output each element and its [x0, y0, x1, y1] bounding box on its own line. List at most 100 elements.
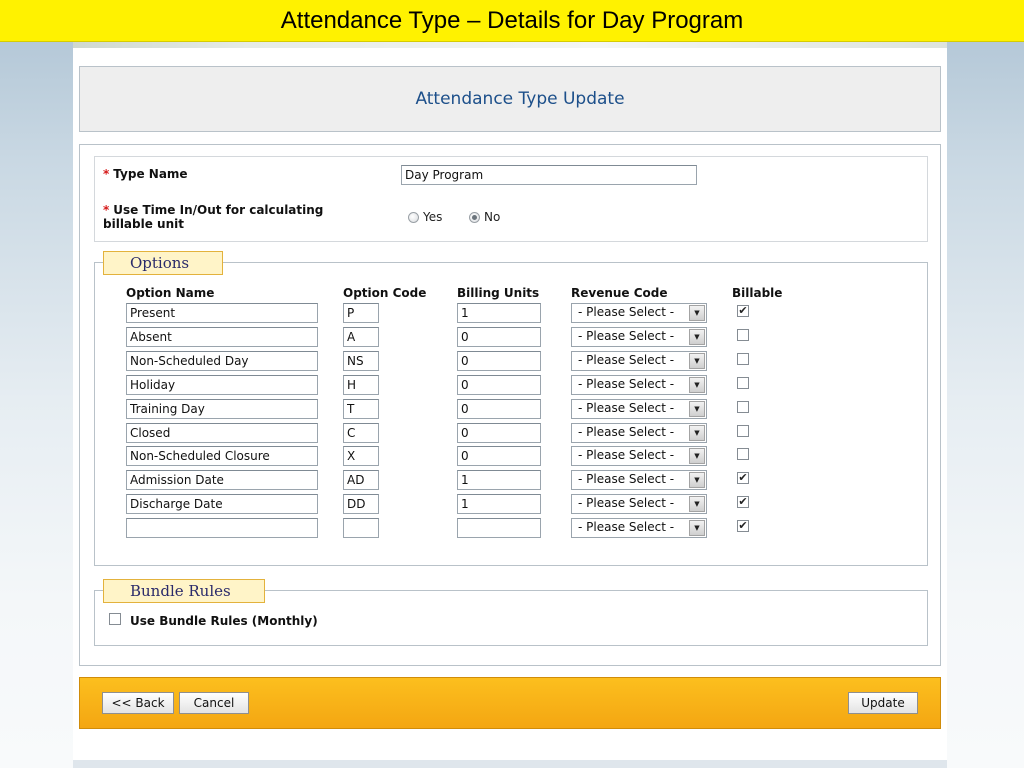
option-name-input[interactable]: [126, 494, 318, 514]
option-code-input[interactable]: [343, 375, 379, 395]
check-icon: ✔: [738, 471, 748, 484]
billable-checkbox[interactable]: [737, 329, 749, 341]
billable-checkbox[interactable]: ✔: [737, 496, 749, 508]
chevron-down-icon[interactable]: ▼: [689, 401, 705, 417]
billing-units-input[interactable]: [457, 518, 541, 538]
billing-units-input[interactable]: [457, 303, 541, 323]
col-billable: Billable: [732, 286, 783, 300]
time-in-out-label: * Use Time In/Out for calculating billabl…: [103, 203, 324, 231]
chevron-down-icon[interactable]: ▼: [689, 448, 705, 464]
header-strip: [73, 42, 947, 48]
revenue-code-select[interactable]: - Please Select - ▼: [571, 446, 707, 466]
chevron-down-icon[interactable]: ▼: [689, 305, 705, 321]
billable-checkbox[interactable]: [737, 377, 749, 389]
billing-units-input[interactable]: [457, 423, 541, 443]
cancel-button[interactable]: Cancel: [179, 692, 249, 714]
radio-no[interactable]: No: [469, 210, 500, 224]
option-code-input[interactable]: [343, 518, 379, 538]
billable-checkbox[interactable]: ✔: [737, 305, 749, 317]
radio-yes-icon[interactable]: [408, 211, 419, 223]
type-name-label: * Type Name: [103, 167, 188, 181]
revenue-code-select[interactable]: - Please Select - ▼: [571, 423, 707, 443]
slide-title: Attendance Type – Details for Day Progra…: [0, 0, 1024, 42]
chevron-down-icon[interactable]: ▼: [689, 472, 705, 488]
option-name-input[interactable]: [126, 351, 318, 371]
revenue-code-select[interactable]: - Please Select - ▼: [571, 470, 707, 490]
type-name-input[interactable]: [401, 165, 697, 185]
chevron-down-icon[interactable]: ▼: [689, 329, 705, 345]
option-code-input[interactable]: [343, 470, 379, 490]
revenue-code-select[interactable]: - Please Select - ▼: [571, 494, 707, 514]
revenue-code-value: - Please Select -: [578, 520, 675, 534]
chevron-down-icon[interactable]: ▼: [689, 496, 705, 512]
option-name-input[interactable]: [126, 375, 318, 395]
billable-checkbox[interactable]: [737, 425, 749, 437]
chevron-down-icon[interactable]: ▼: [689, 520, 705, 536]
form-body: *Type Name *Use Time In/Out for calculat…: [79, 144, 941, 666]
revenue-code-value: - Please Select -: [578, 305, 675, 319]
chevron-down-icon[interactable]: ▼: [689, 425, 705, 441]
revenue-code-select[interactable]: - Please Select - ▼: [571, 518, 707, 538]
option-code-input[interactable]: [343, 303, 379, 323]
billing-units-input[interactable]: [457, 494, 541, 514]
revenue-code-value: - Please Select -: [578, 353, 675, 367]
col-option-name: Option Name: [126, 286, 215, 300]
option-name-input[interactable]: [126, 303, 318, 323]
revenue-code-select[interactable]: - Please Select - ▼: [571, 375, 707, 395]
radio-yes-label: Yes: [423, 210, 443, 224]
radio-no-label: No: [484, 210, 501, 224]
bundle-label: Use Bundle Rules (Monthly): [130, 614, 318, 628]
option-code-input[interactable]: [343, 423, 379, 443]
billing-units-input[interactable]: [457, 375, 541, 395]
option-name-input[interactable]: [126, 399, 318, 419]
radio-yes[interactable]: Yes: [408, 210, 442, 224]
type-section: *Type Name *Use Time In/Out for calculat…: [94, 156, 928, 242]
option-name-input[interactable]: [126, 423, 318, 443]
option-name-input[interactable]: [126, 446, 318, 466]
update-button[interactable]: Update: [848, 692, 918, 714]
check-icon: ✔: [738, 304, 748, 317]
billable-checkbox[interactable]: [737, 401, 749, 413]
revenue-code-select[interactable]: - Please Select - ▼: [571, 327, 707, 347]
revenue-code-value: - Please Select -: [578, 496, 675, 510]
option-name-input[interactable]: [126, 518, 318, 538]
revenue-code-select[interactable]: - Please Select - ▼: [571, 351, 707, 371]
billable-checkbox[interactable]: ✔: [737, 520, 749, 532]
chevron-down-icon[interactable]: ▼: [689, 377, 705, 393]
radio-no-icon[interactable]: [469, 211, 480, 223]
bundle-legend: Bundle Rules: [103, 579, 265, 603]
required-marker: *: [103, 167, 110, 181]
billing-units-input[interactable]: [457, 351, 541, 371]
form-header: Attendance Type Update: [79, 66, 941, 132]
billable-checkbox[interactable]: [737, 353, 749, 365]
col-billing-units: Billing Units: [457, 286, 540, 300]
chevron-down-icon[interactable]: ▼: [689, 353, 705, 369]
option-code-input[interactable]: [343, 327, 379, 347]
col-option-code: Option Code: [343, 286, 427, 300]
billing-units-input[interactable]: [457, 470, 541, 490]
option-name-input[interactable]: [126, 327, 318, 347]
action-bar: << Back Cancel Update: [79, 677, 941, 729]
billing-units-input[interactable]: [457, 399, 541, 419]
billable-checkbox[interactable]: ✔: [737, 472, 749, 484]
billing-units-input[interactable]: [457, 446, 541, 466]
check-icon: ✔: [738, 519, 748, 532]
billable-checkbox[interactable]: [737, 448, 749, 460]
revenue-code-value: - Please Select -: [578, 425, 675, 439]
required-marker: *: [103, 203, 110, 217]
option-code-input[interactable]: [343, 399, 379, 419]
back-button[interactable]: << Back: [102, 692, 174, 714]
option-code-input[interactable]: [343, 494, 379, 514]
revenue-code-select[interactable]: - Please Select - ▼: [571, 399, 707, 419]
option-name-input[interactable]: [126, 470, 318, 490]
page-title: Attendance Type Update: [415, 89, 625, 109]
page-footer: [73, 760, 947, 768]
billing-units-input[interactable]: [457, 327, 541, 347]
option-code-input[interactable]: [343, 446, 379, 466]
revenue-code-select[interactable]: - Please Select - ▼: [571, 303, 707, 323]
option-code-input[interactable]: [343, 351, 379, 371]
form-page: Attendance Type Update *Type Name *Use T…: [73, 42, 947, 768]
revenue-code-value: - Please Select -: [578, 329, 675, 343]
revenue-code-value: - Please Select -: [578, 472, 675, 486]
bundle-checkbox[interactable]: [109, 613, 121, 625]
